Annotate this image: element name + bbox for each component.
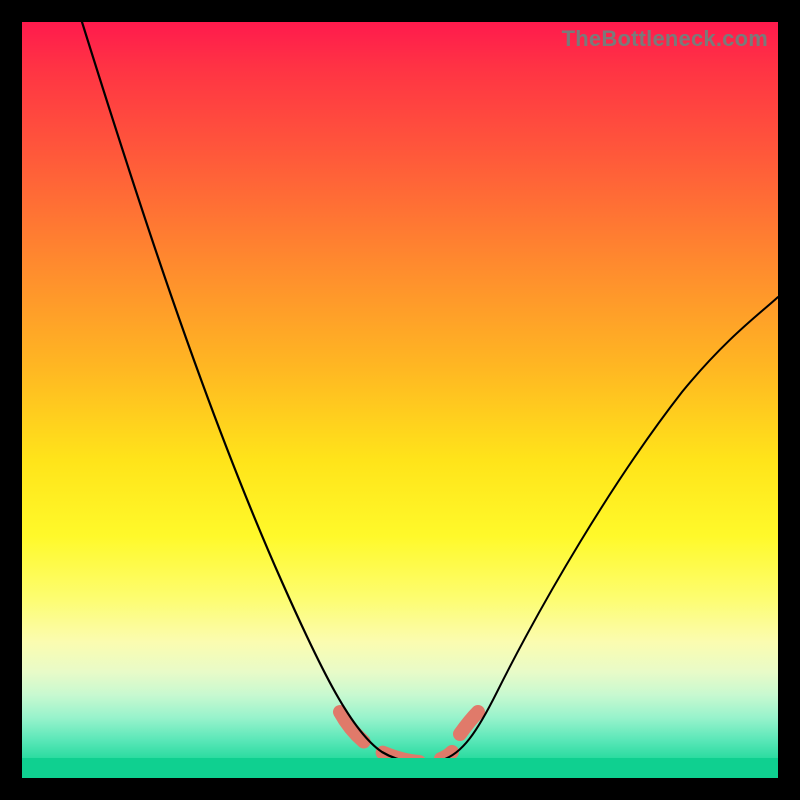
optimal-range-highlight [340,712,478,762]
plot-area: TheBottleneck.com [22,22,778,778]
chart-frame: TheBottleneck.com [0,0,800,800]
curve-right-branch [442,297,778,760]
baseline-band [22,758,778,778]
curve-layer [22,22,778,778]
curve-left-branch [82,22,442,762]
